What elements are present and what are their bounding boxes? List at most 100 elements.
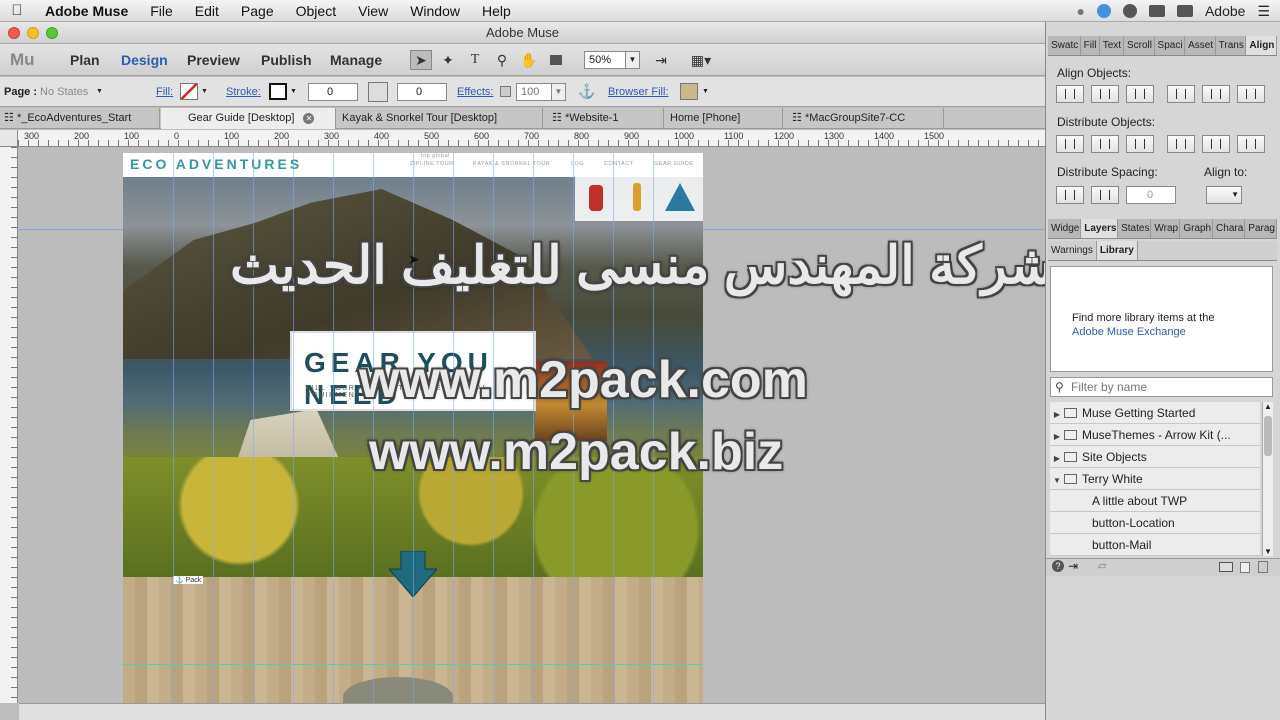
- scroll-down-icon[interactable]: ▼: [1264, 547, 1272, 556]
- stroke-label[interactable]: Stroke:: [226, 86, 261, 98]
- browser-fill-swatch[interactable]: [680, 83, 698, 100]
- mode-preview[interactable]: Preview: [187, 52, 240, 68]
- stroke-swatch[interactable]: [269, 83, 287, 100]
- tab-graphic-styles[interactable]: Graph: [1180, 219, 1214, 238]
- exchange-link[interactable]: Adobe Muse Exchange: [1072, 326, 1186, 338]
- help-icon[interactable]: ?: [1052, 560, 1064, 572]
- tab-fill[interactable]: Fill: [1081, 36, 1100, 55]
- expand-triangle-icon[interactable]: ▶: [1050, 448, 1064, 467]
- view-options-icon[interactable]: ▦▾: [684, 50, 718, 70]
- tab-widgets[interactable]: Widge: [1048, 219, 1082, 238]
- tab-swatches[interactable]: Swatc: [1048, 36, 1081, 55]
- adobe-menu[interactable]: Adobe: [1205, 3, 1245, 19]
- library-filter-input[interactable]: ⚲ Filter by name: [1050, 377, 1273, 397]
- close-tab-icon[interactable]: ✕: [303, 113, 315, 124]
- tab-ecoadventures[interactable]: ☷ *_EcoAdventures_Start: [0, 108, 160, 129]
- spacing-field[interactable]: 0: [1126, 186, 1176, 204]
- tab-paragraph[interactable]: Parag: [1245, 219, 1277, 238]
- expand-triangle-icon[interactable]: ▶: [1050, 404, 1064, 423]
- mode-manage[interactable]: Manage: [330, 52, 382, 68]
- fill-swatch[interactable]: [180, 83, 198, 100]
- new-folder-icon[interactable]: [1219, 562, 1233, 572]
- align-to-select[interactable]: ▼: [1206, 186, 1242, 204]
- design-canvas[interactable]: ECO ADVENTURES top global ZIPLINE TOUR K…: [19, 148, 1045, 703]
- tab-website-1[interactable]: ☷ *Website-1: [544, 108, 664, 129]
- bluetooth-icon[interactable]: [1096, 4, 1111, 18]
- space-vertical-button[interactable]: [1091, 186, 1119, 204]
- tab-gear-guide[interactable]: Gear Guide [Desktop] ✕: [161, 108, 336, 129]
- menu-edit[interactable]: Edit: [184, 3, 230, 19]
- tab-character[interactable]: Chara: [1213, 219, 1246, 238]
- menu-window[interactable]: Window: [399, 3, 471, 19]
- library-folder[interactable]: ▶ MuseThemes - Arrow Kit (...: [1050, 424, 1260, 446]
- selection-tool-icon[interactable]: ➤: [410, 50, 432, 70]
- tab-macgroupsite[interactable]: ☷ *MacGroupSite7-CC: [784, 108, 944, 129]
- tab-warnings[interactable]: Warnings: [1048, 241, 1097, 260]
- apple-menu-icon[interactable]: : [0, 2, 34, 19]
- scroll-thumb[interactable]: [1264, 416, 1272, 456]
- rectangle-tool-icon[interactable]: [545, 50, 567, 70]
- sync-icon[interactable]: [1122, 4, 1137, 18]
- zoom-level-select[interactable]: 50% ▼: [584, 51, 640, 69]
- align-right-button[interactable]: [1126, 85, 1154, 103]
- align-left-button[interactable]: [1056, 85, 1084, 103]
- anchor-marker[interactable]: ⚓ Pack: [173, 576, 204, 584]
- tab-states[interactable]: States: [1118, 219, 1152, 238]
- padding-field[interactable]: 0: [397, 83, 447, 101]
- video-icon[interactable]: [1148, 5, 1165, 17]
- nav-gear-guide[interactable]: GEAR GUIDE: [654, 161, 694, 167]
- align-center-button[interactable]: [1091, 85, 1119, 103]
- browser-fill-chevron-icon[interactable]: ▼: [702, 88, 709, 95]
- tab-transform[interactable]: Trans: [1216, 36, 1247, 55]
- tab-layers[interactable]: Layers: [1081, 219, 1119, 238]
- app-menu[interactable]: Adobe Muse: [34, 3, 139, 19]
- menu-help[interactable]: Help: [471, 3, 522, 19]
- library-item[interactable]: A little about TWP: [1050, 490, 1260, 512]
- new-item-icon[interactable]: [1240, 562, 1250, 573]
- distribute-top-button[interactable]: [1167, 135, 1195, 153]
- library-item[interactable]: button-Mail: [1050, 534, 1260, 556]
- distribute-right-button[interactable]: [1126, 135, 1154, 153]
- mode-design[interactable]: Design: [121, 52, 168, 68]
- menu-view[interactable]: View: [347, 3, 399, 19]
- notification-icon[interactable]: ●: [1076, 3, 1084, 19]
- tab-kayak[interactable]: Kayak & Snorkel Tour [Desktop]: [337, 108, 543, 129]
- library-folder[interactable]: ▶ Site Objects: [1050, 446, 1260, 468]
- menu-page[interactable]: Page: [230, 3, 285, 19]
- stroke-width-field[interactable]: 0: [308, 83, 358, 101]
- tab-wrap[interactable]: Wrap: [1151, 219, 1181, 238]
- distribute-bottom-button[interactable]: [1237, 135, 1265, 153]
- mode-publish[interactable]: Publish: [261, 52, 312, 68]
- site-logo[interactable]: ECO ADVENTURES: [130, 156, 302, 172]
- stroke-alignment-icon[interactable]: [368, 82, 388, 102]
- display-icon[interactable]: [1176, 5, 1193, 17]
- vertical-ruler[interactable]: [0, 147, 18, 703]
- library-folder[interactable]: ▶ Muse Getting Started: [1050, 402, 1260, 424]
- distribute-left-button[interactable]: [1056, 135, 1084, 153]
- anchor-icon[interactable]: ⚓: [578, 83, 595, 100]
- scroll-up-icon[interactable]: ▲: [1264, 402, 1272, 411]
- library-folder-open[interactable]: ▼ Terry White: [1050, 468, 1260, 490]
- tab-spacing[interactable]: Spaci: [1155, 36, 1186, 55]
- import-icon[interactable]: ⇥: [650, 50, 672, 70]
- states-select[interactable]: No States: [40, 86, 88, 98]
- zoom-tool-icon[interactable]: ⚲: [491, 50, 513, 70]
- distribute-center-button[interactable]: [1091, 135, 1119, 153]
- horizontal-ruler[interactable]: 300 200 100 0 100 200 300 400 500 600 70…: [18, 130, 1045, 147]
- space-horizontal-button[interactable]: [1056, 186, 1084, 204]
- expand-triangle-icon[interactable]: ▶: [1050, 426, 1064, 445]
- horizontal-scrollbar[interactable]: [19, 703, 1045, 720]
- library-item[interactable]: button-Location: [1050, 512, 1260, 534]
- align-top-button[interactable]: [1167, 85, 1195, 103]
- tab-assets[interactable]: Asset: [1185, 36, 1216, 55]
- tab-library[interactable]: Library: [1096, 241, 1138, 260]
- fill-chevron-icon[interactable]: ▼: [201, 88, 208, 95]
- tab-scroll[interactable]: Scroll: [1124, 36, 1155, 55]
- effects-label[interactable]: Effects:: [457, 86, 493, 98]
- menu-file[interactable]: File: [139, 3, 184, 19]
- import-library-icon[interactable]: ⇥: [1068, 559, 1078, 573]
- mode-plan[interactable]: Plan: [70, 52, 100, 68]
- text-tool-icon[interactable]: T: [464, 50, 486, 70]
- distribute-middle-button[interactable]: [1202, 135, 1230, 153]
- nav-contact[interactable]: CONTACT: [604, 161, 634, 167]
